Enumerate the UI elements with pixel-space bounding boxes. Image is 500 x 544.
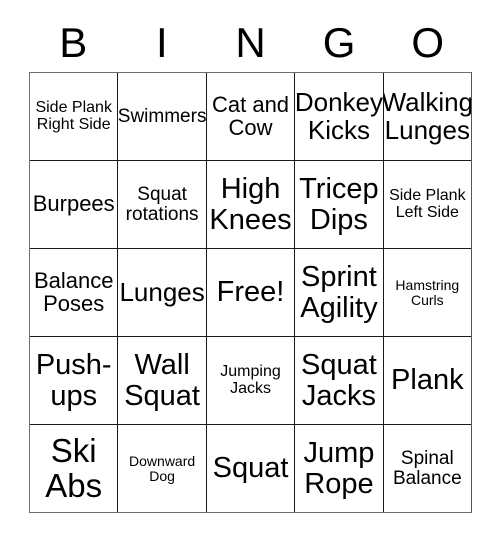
bingo-row: Ski Abs Downward Dog Squat Jump Rope Spi… bbox=[30, 424, 472, 512]
bingo-cell[interactable]: Cat and Cow bbox=[205, 73, 295, 160]
bingo-cell[interactable]: Side Plank Left Side bbox=[382, 161, 472, 248]
header-letter-n: N bbox=[235, 19, 266, 66]
bingo-cell[interactable]: Side Plank Right Side bbox=[30, 73, 118, 160]
bingo-row: Balance Poses Lunges Free! Sprint Agilit… bbox=[30, 248, 472, 336]
bingo-cell[interactable]: Walking Lunges bbox=[382, 73, 472, 160]
bingo-cell[interactable]: Squat rotations bbox=[117, 161, 206, 248]
bingo-cell[interactable]: Ski Abs bbox=[30, 425, 118, 512]
bingo-cell[interactable]: Balance Poses bbox=[30, 249, 118, 336]
bingo-cell[interactable]: Swimmers bbox=[117, 73, 206, 160]
bingo-cell[interactable]: Downward Dog bbox=[117, 425, 206, 512]
bingo-grid: Side Plank Right Side Swimmers Cat and C… bbox=[29, 72, 472, 513]
bingo-cell[interactable]: Push-ups bbox=[30, 337, 118, 424]
bingo-cell[interactable]: High Knees bbox=[205, 161, 295, 248]
header-letter-b: B bbox=[59, 19, 88, 66]
bingo-cell[interactable]: Squat bbox=[205, 425, 295, 512]
bingo-cell[interactable]: Plank bbox=[382, 337, 472, 424]
bingo-cell-free-space[interactable]: Free! bbox=[205, 249, 295, 336]
bingo-cell[interactable]: Spinal Balance bbox=[382, 425, 472, 512]
bingo-header: B I N G O bbox=[29, 14, 472, 72]
bingo-cell[interactable]: Jumping Jacks bbox=[205, 337, 295, 424]
bingo-row: Side Plank Right Side Swimmers Cat and C… bbox=[30, 73, 472, 160]
bingo-cell[interactable]: Wall Squat bbox=[117, 337, 206, 424]
bingo-cell[interactable]: Lunges bbox=[117, 249, 206, 336]
bingo-card: B I N G O Side Plank Right Side Swimmers… bbox=[0, 0, 500, 544]
bingo-cell[interactable]: Jump Rope bbox=[294, 425, 383, 512]
bingo-cell[interactable]: Squat Jacks bbox=[294, 337, 383, 424]
bingo-cell[interactable]: Burpees bbox=[30, 161, 118, 248]
bingo-cell[interactable]: Donkey Kicks bbox=[294, 73, 383, 160]
bingo-cell[interactable]: Hamstring Curls bbox=[382, 249, 472, 336]
bingo-cell[interactable]: Sprint Agility bbox=[294, 249, 383, 336]
header-letter-g: G bbox=[322, 19, 356, 66]
bingo-cell[interactable]: Tricep Dips bbox=[294, 161, 383, 248]
header-letter-o: O bbox=[411, 19, 444, 66]
bingo-row: Push-ups Wall Squat Jumping Jacks Squat … bbox=[30, 336, 472, 424]
header-letter-i: I bbox=[156, 19, 168, 66]
bingo-row: Burpees Squat rotations High Knees Trice… bbox=[30, 160, 472, 248]
